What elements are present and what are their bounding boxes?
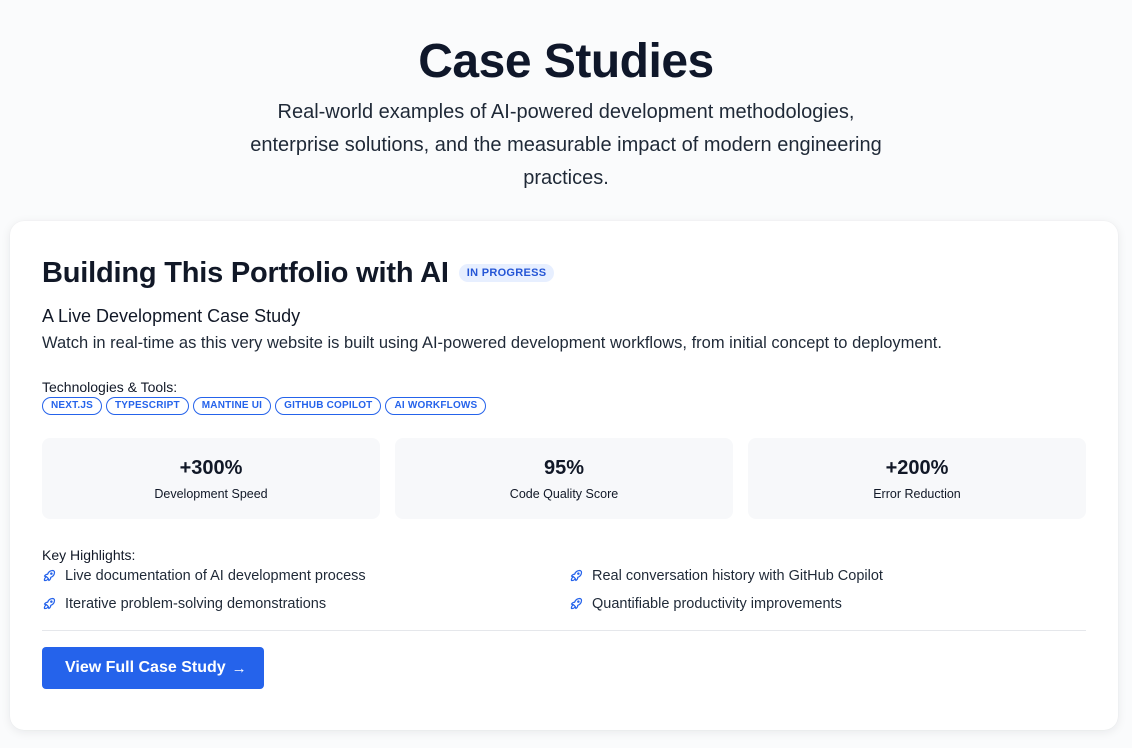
- metric-code-quality: 95% Code Quality Score: [395, 438, 733, 519]
- metric-label: Error Reduction: [873, 486, 961, 501]
- divider: [42, 630, 1086, 631]
- highlights-list: Live documentation of AI development pro…: [42, 566, 1086, 613]
- highlight-item: Live documentation of AI development pro…: [42, 566, 569, 585]
- tag-nextjs: NEXT.JS: [42, 397, 102, 415]
- tag-github-copilot: GITHUB COPILOT: [275, 397, 382, 415]
- technology-tags: NEXT.JS TYPESCRIPT MANTINE UI GITHUB COP…: [42, 397, 1086, 415]
- technologies-label: Technologies & Tools:: [42, 379, 178, 395]
- view-full-case-study-button[interactable]: View Full Case Study →: [42, 647, 264, 689]
- case-study-title-row: Building This Portfolio with AI IN PROGR…: [42, 257, 1086, 289]
- highlight-text: Iterative problem-solving demonstrations: [65, 595, 327, 612]
- case-study-description: Watch in real-time as this very website …: [42, 334, 942, 352]
- rocket-icon: [570, 569, 583, 582]
- tag-typescript: TYPESCRIPT: [105, 397, 189, 415]
- metric-value: +300%: [179, 456, 243, 479]
- highlight-item: Real conversation history with GitHub Co…: [569, 566, 1086, 585]
- metrics-row: +300% Development Speed 95% Code Quality…: [42, 438, 1086, 519]
- page-title: Case Studies: [418, 35, 714, 88]
- highlight-item: Iterative problem-solving demonstrations: [42, 594, 569, 613]
- case-study-title: Building This Portfolio with AI: [42, 256, 449, 289]
- rocket-icon: [43, 569, 56, 582]
- highlight-item: Quantifiable productivity improvements: [569, 594, 1086, 613]
- metric-label: Development Speed: [154, 486, 268, 501]
- metric-label: Code Quality Score: [509, 486, 619, 501]
- tag-ai-workflows: AI WORKFLOWS: [385, 397, 487, 415]
- case-study-subtitle: A Live Development Case Study: [42, 306, 301, 326]
- arrow-right-icon: →: [231, 659, 247, 677]
- metric-development-speed: +300% Development Speed: [42, 438, 380, 519]
- tag-mantine-ui: MANTINE UI: [192, 397, 272, 415]
- case-study-card: Building This Portfolio with AI IN PROGR…: [10, 221, 1118, 730]
- page-header: Case Studies Real-world examples of AI-p…: [0, 0, 1132, 195]
- cta-label: View Full Case Study: [65, 659, 226, 676]
- highlight-text: Quantifiable productivity improvements: [592, 595, 842, 612]
- rocket-icon: [570, 597, 583, 610]
- metric-value: 95%: [543, 456, 585, 479]
- highlight-text: Real conversation history with GitHub Co…: [592, 567, 883, 584]
- rocket-icon: [43, 597, 56, 610]
- highlights-label: Key Highlights:: [42, 547, 136, 563]
- status-badge: IN PROGRESS: [458, 264, 555, 282]
- page-subtitle: Real-world examples of AI-powered develo…: [250, 101, 882, 189]
- metric-error-reduction: +200% Error Reduction: [748, 438, 1086, 519]
- highlight-text: Live documentation of AI development pro…: [65, 567, 366, 584]
- metric-value: +200%: [885, 456, 949, 479]
